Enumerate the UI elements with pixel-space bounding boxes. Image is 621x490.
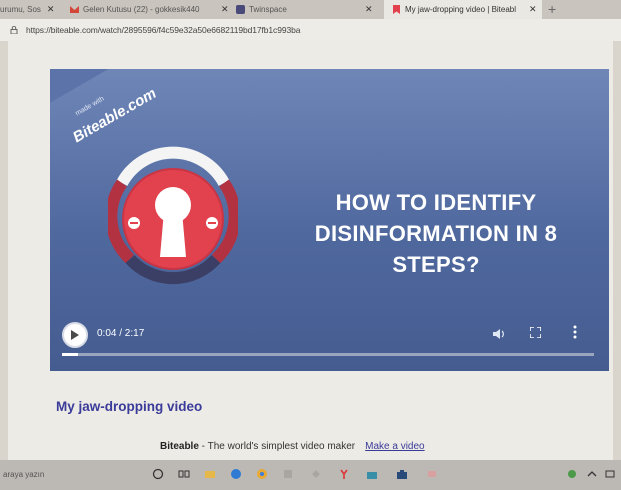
chrome-icon[interactable] [256,468,268,480]
make-a-video-link[interactable]: Make a video [365,441,424,452]
yandex-icon[interactable] [338,468,350,480]
browser-tab-bar: urumu, Sos ✕ Gelen Kutusu (22) - gokkesi… [0,0,621,19]
close-icon[interactable]: ✕ [529,4,537,15]
app-icon[interactable] [310,468,322,480]
play-icon [71,330,79,340]
headline-line-1: HOW TO IDENTIFY [335,190,537,215]
keyhole-lock-graphic [108,146,238,285]
page-content: made with Biteable.com HOW TO IDENTIFY D… [8,41,613,460]
twinspace-icon [236,5,245,14]
url-text[interactable]: https://biteable.com/watch/2895596/f4c59… [26,25,300,35]
fullscreen-icon[interactable] [530,327,541,338]
video-player[interactable]: made with Biteable.com HOW TO IDENTIFY D… [50,69,609,371]
store-icon[interactable] [366,468,378,480]
briefcase-icon[interactable] [396,468,408,480]
cortana-icon[interactable] [152,468,164,480]
taskbar: araya yazın [0,460,621,490]
video-title: My jaw-dropping video [56,399,203,414]
tab-label: My jaw-dropping video | Biteabl [405,5,517,14]
task-view-icon[interactable] [178,468,190,480]
close-icon[interactable]: ✕ [47,4,55,15]
new-tab-button[interactable]: + [548,1,556,17]
headline-line-2: DISINFORMATION IN 8 [314,221,558,246]
close-icon[interactable]: ✕ [365,4,373,15]
footer-tagline: Biteable - The world's simplest video ma… [160,441,425,452]
headline-line-3: STEPS? [392,252,480,277]
tray-icon[interactable] [566,468,578,480]
close-icon[interactable]: ✕ [221,4,229,15]
file-explorer-icon[interactable] [204,468,216,480]
tab-sos[interactable]: urumu, Sos ✕ [0,0,58,19]
app-icon[interactable] [282,468,294,480]
tab-label: Twinspace [249,5,287,14]
tab-biteable[interactable]: My jaw-dropping video | Biteabl ✕ [384,0,542,19]
play-button[interactable] [62,322,88,348]
lock-icon [10,26,18,34]
taskbar-search[interactable]: araya yazın [3,470,44,479]
gmail-icon [70,5,79,14]
progress-fill [62,353,78,356]
volume-icon[interactable] [492,328,506,340]
network-icon[interactable] [604,468,616,480]
more-options-icon[interactable] [573,325,577,339]
progress-bar[interactable] [62,353,594,356]
footer-brand[interactable]: Biteable [160,441,199,452]
address-bar[interactable]: https://biteable.com/watch/2895596/f4c59… [0,19,621,41]
biteable-icon [392,5,401,14]
footer-text: - The world's simplest video maker [198,441,356,452]
chevron-up-icon[interactable] [586,468,598,480]
time-display: 0:04 / 2:17 [97,328,145,339]
tab-label: urumu, Sos [0,5,41,14]
tab-gmail[interactable]: Gelen Kutusu (22) - gokkesik440 ✕ [70,0,230,19]
video-headline: HOW TO IDENTIFY DISINFORMATION IN 8 STEP… [286,187,586,280]
tab-twinspace[interactable]: Twinspace ✕ [236,0,376,19]
tab-label: Gelen Kutusu (22) - gokkesik440 [83,5,200,14]
app-icon[interactable] [426,468,438,480]
edge-icon[interactable] [230,468,242,480]
